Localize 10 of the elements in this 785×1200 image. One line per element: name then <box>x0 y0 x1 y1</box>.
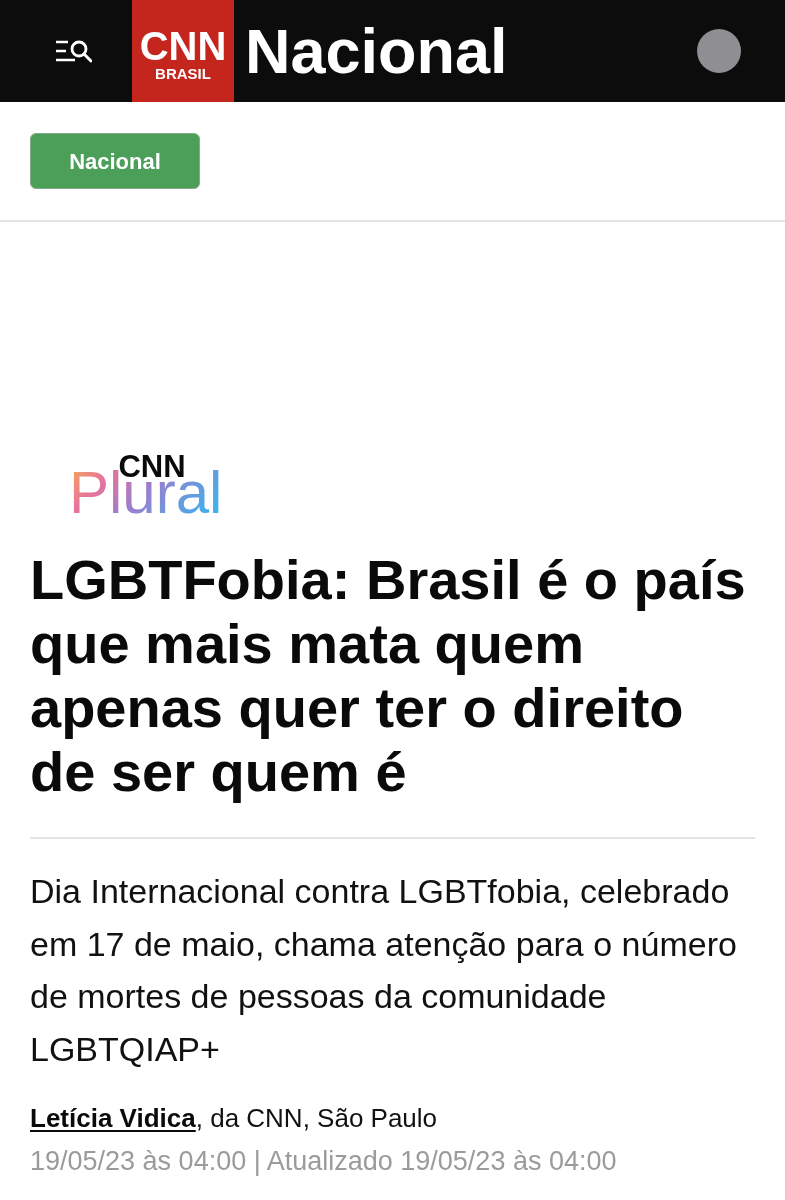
publish-date: 19/05/23 às 04:00 | Atualizado 19/05/23 às 04:00 <box>29 1145 618 1178</box>
section-title: Nacional <box>245 19 508 83</box>
byline: Letícia Vidica, da CNN, São Paulo <box>29 1102 439 1135</box>
cnn-brasil-logo[interactable]: CNN BRASIL <box>132 0 234 102</box>
menu-search-icon[interactable] <box>55 38 92 64</box>
article-summary: Dia Internacional contra LGBTfobia, celebrado em 17 de maio, chama atenção para o número de mortes de pessoas da comunidade LGBTQIAP+ <box>29 871 738 1070</box>
category-tag[interactable]: Nacional <box>30 133 200 189</box>
article-headline: LGBTFobia: Brasil é o país que mais mata quem apenas quer ter o direito de ser quem é <box>29 548 747 804</box>
author-link[interactable]: Letícia Vidica <box>30 1103 196 1133</box>
avatar-icon[interactable] <box>697 29 741 73</box>
